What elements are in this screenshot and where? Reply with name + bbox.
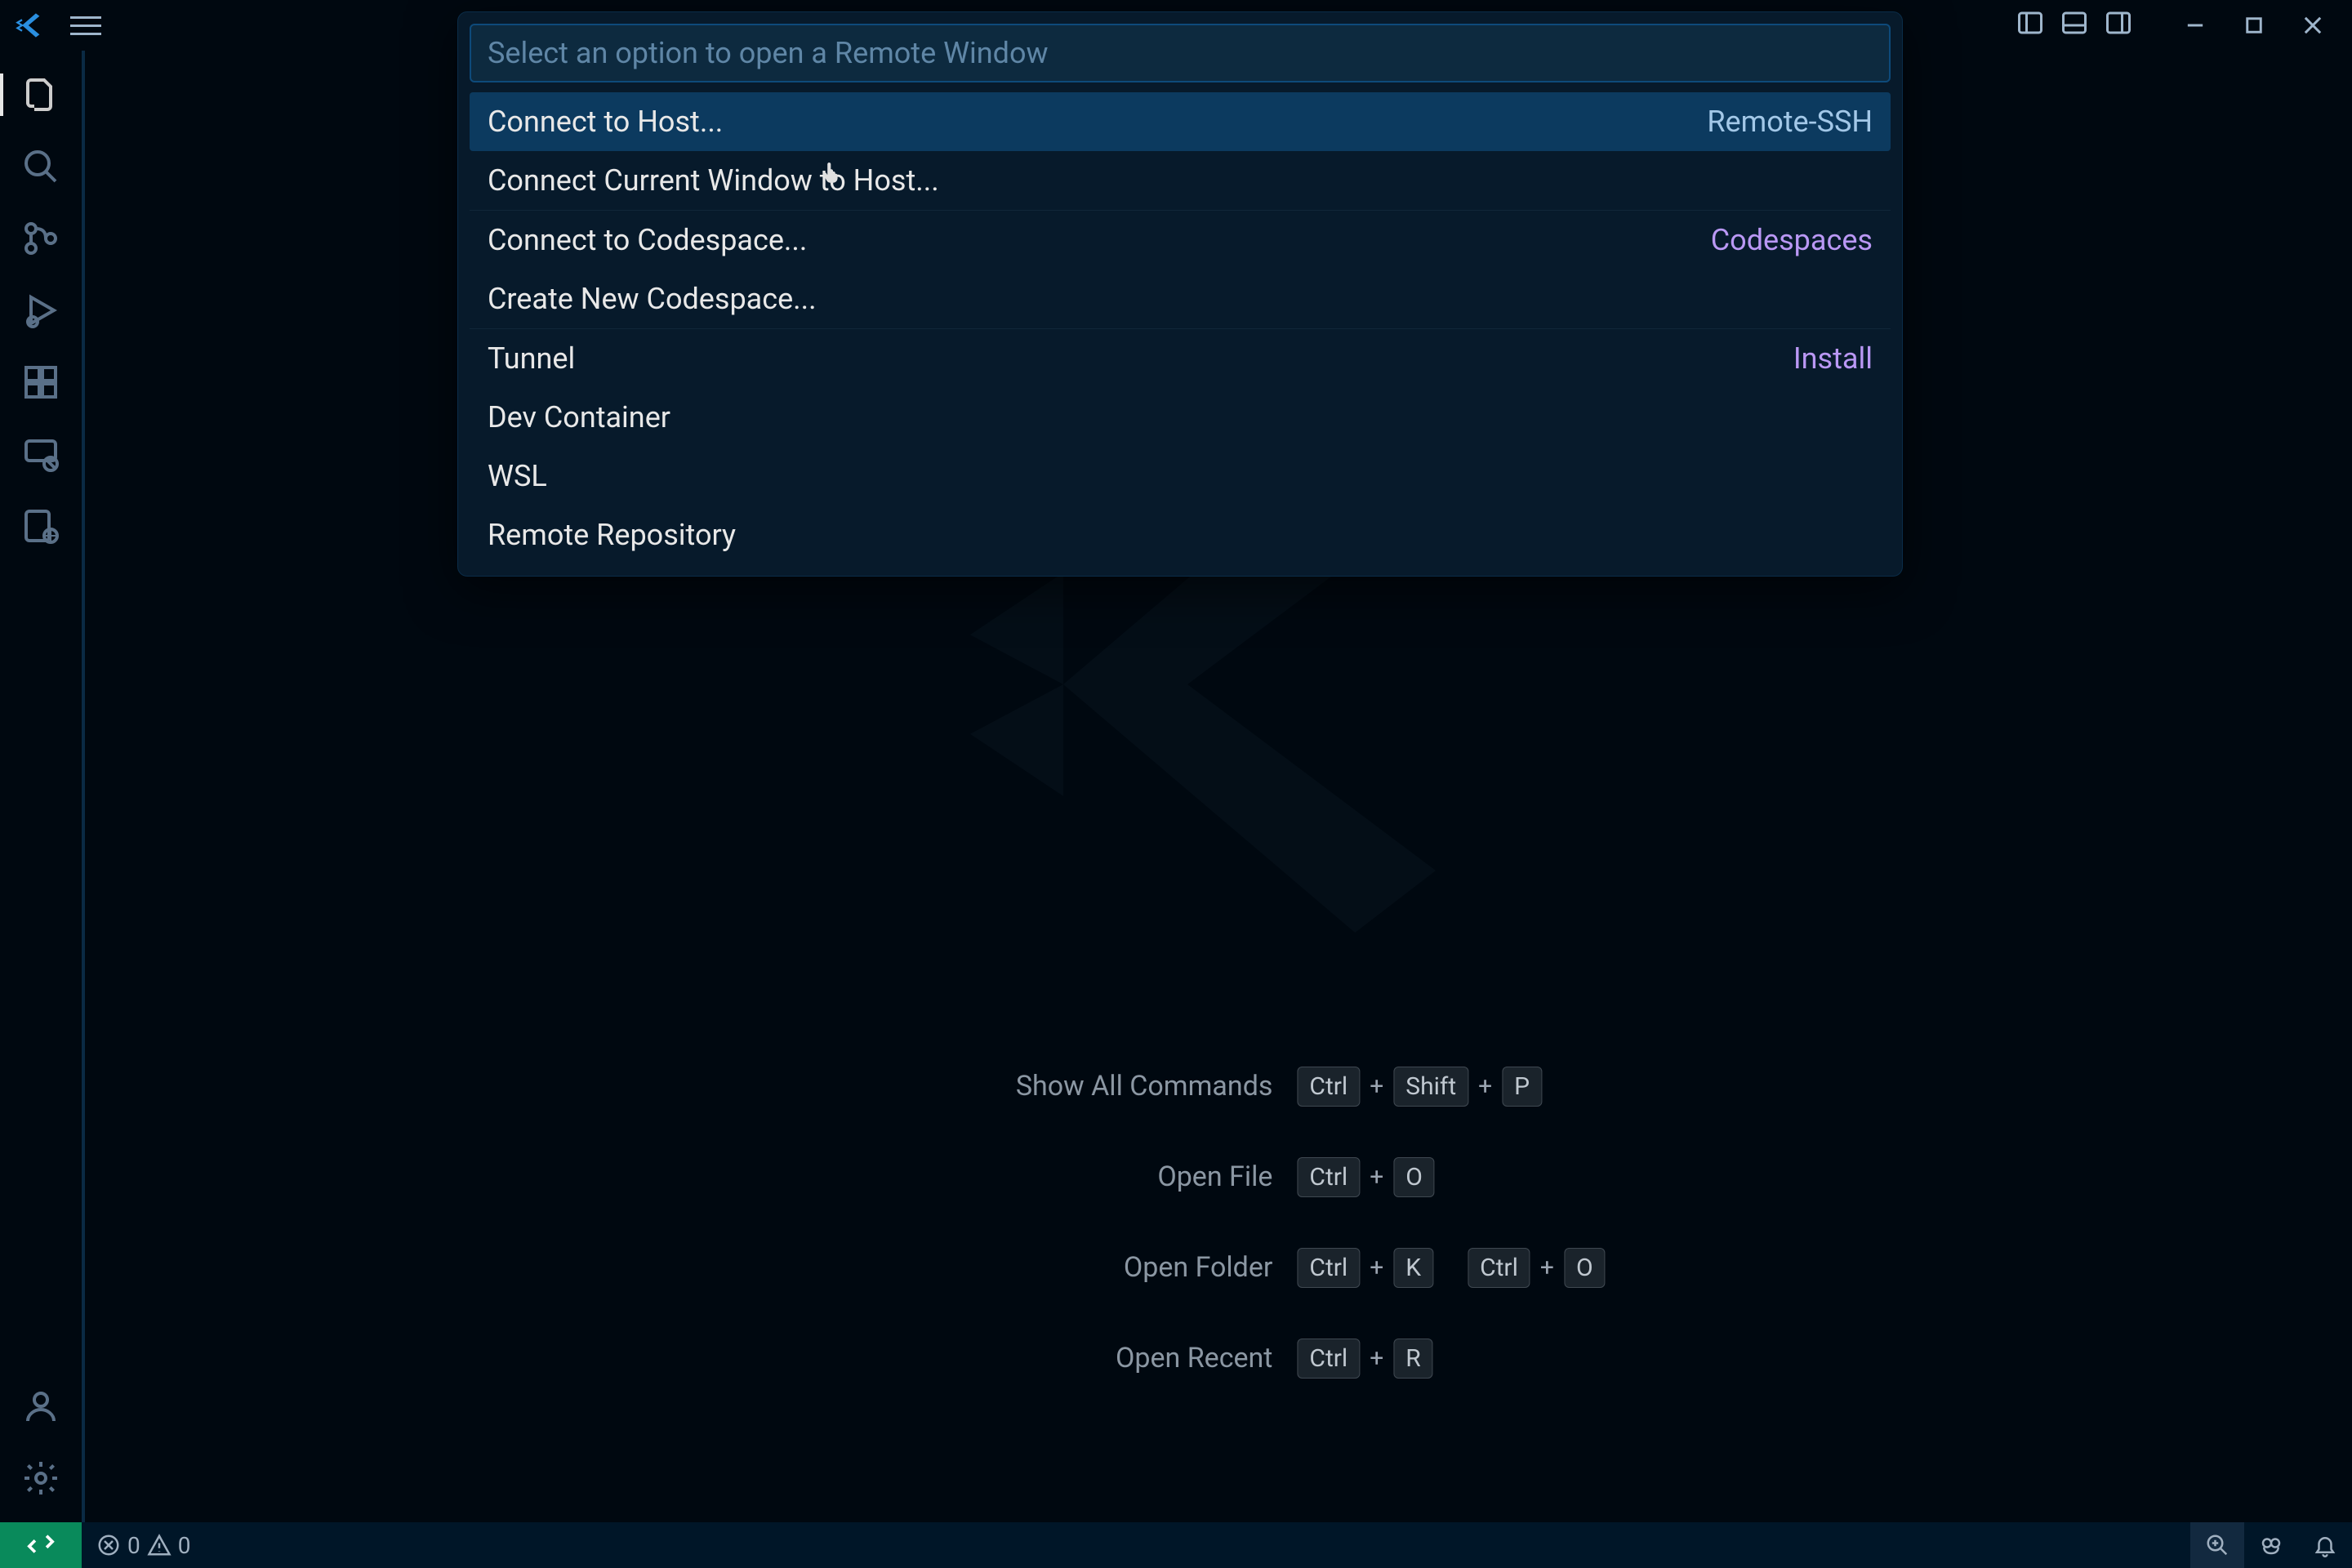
shortcut-label: Open Folder <box>831 1251 1272 1285</box>
shortcut-show-all-commands: Show All Commands Ctrl + Shift + P <box>831 1067 1605 1107</box>
quickpick-list: Connect to Host... Remote-SSH Connect Cu… <box>470 92 1891 564</box>
search-icon[interactable] <box>20 145 62 188</box>
shortcut-open-recent: Open Recent Ctrl + R <box>831 1339 1605 1379</box>
window-maximize-button[interactable] <box>2225 0 2283 51</box>
shortcut-keys: Ctrl + R <box>1297 1339 1432 1379</box>
quickpick-item-wsl[interactable]: WSL <box>470 447 1891 506</box>
plus-icon: + <box>1370 1254 1383 1282</box>
plus-icon: + <box>1370 1344 1383 1373</box>
quickpick-item-label: Connect to Host... <box>488 105 1707 139</box>
keycap: Ctrl <box>1297 1248 1360 1288</box>
status-notifications-icon[interactable] <box>2298 1522 2352 1568</box>
keycap: P <box>1502 1067 1542 1107</box>
quickpick-item-label: Remote Repository <box>488 518 1873 552</box>
quickpick-item-label: Create New Codespace... <box>488 282 1873 316</box>
keycap: Ctrl <box>1297 1067 1360 1107</box>
quickpick-item-label: Tunnel <box>488 341 1793 376</box>
cpp-config-icon[interactable] <box>20 505 62 547</box>
run-and-debug-icon[interactable] <box>20 289 62 332</box>
keycap: O <box>1393 1157 1435 1197</box>
quickpick-item-connect-codespace[interactable]: Connect to Codespace... Codespaces <box>470 211 1891 270</box>
quickpick-item-tunnel[interactable]: Tunnel Install <box>470 329 1891 388</box>
plus-icon: + <box>1540 1254 1554 1282</box>
shortcut-keys: Ctrl + Shift + P <box>1297 1067 1542 1107</box>
window-close-button[interactable] <box>2283 0 2342 51</box>
activity-bar-indicator <box>0 74 3 116</box>
shortcut-open-file: Open File Ctrl + O <box>831 1157 1605 1197</box>
keycap: Shift <box>1393 1067 1468 1107</box>
keycap: Ctrl <box>1297 1339 1360 1379</box>
remote-explorer-icon[interactable] <box>20 433 62 475</box>
quickpick-item-label: Connect Current Window to Host... <box>488 163 1873 198</box>
status-problems[interactable]: 0 0 <box>82 1522 206 1568</box>
accounts-icon[interactable] <box>20 1385 62 1428</box>
activity-bar <box>0 51 82 1522</box>
window-minimize-button[interactable] <box>2166 0 2225 51</box>
shortcut-keys: Ctrl + O <box>1297 1157 1434 1197</box>
keycap: Ctrl <box>1297 1157 1360 1197</box>
status-bar: 0 0 <box>0 1522 2352 1568</box>
keycap: R <box>1393 1339 1433 1379</box>
shortcut-label: Open Recent <box>831 1342 1272 1375</box>
shortcut-keys: Ctrl + K Ctrl + O <box>1297 1248 1605 1288</box>
quickpick-item-label: Dev Container <box>488 400 1873 434</box>
quickpick-item-remote-repository[interactable]: Remote Repository <box>470 506 1891 564</box>
status-errors-count: 0 <box>127 1532 140 1559</box>
source-control-icon[interactable] <box>20 217 62 260</box>
shortcut-open-folder: Open Folder Ctrl + K Ctrl + O <box>831 1248 1605 1288</box>
settings-gear-icon[interactable] <box>20 1457 62 1499</box>
welcome-shortcuts: Show All Commands Ctrl + Shift + P Open … <box>831 1067 1605 1379</box>
shortcut-label: Open File <box>831 1160 1272 1194</box>
quickpick-item-create-codespace[interactable]: Create New Codespace... <box>470 270 1891 328</box>
quickpick-item-label: WSL <box>488 459 1873 493</box>
status-zoom-icon[interactable] <box>2190 1522 2244 1568</box>
quickpick-item-detail: Remote-SSH <box>1707 105 1873 139</box>
quickpick-item-dev-container[interactable]: Dev Container <box>470 388 1891 447</box>
remote-window-button[interactable] <box>0 1522 82 1568</box>
toggle-primary-sidebar-icon[interactable] <box>2016 8 2045 43</box>
status-warnings-count: 0 <box>178 1532 191 1559</box>
status-copilot-icon[interactable] <box>2244 1522 2298 1568</box>
quickpick-input[interactable] <box>470 24 1891 82</box>
plus-icon: + <box>1370 1072 1383 1101</box>
keycap: Ctrl <box>1468 1248 1530 1288</box>
shortcut-label: Show All Commands <box>831 1070 1272 1103</box>
vscode-logo-icon <box>15 11 44 40</box>
plus-icon: + <box>1478 1072 1492 1101</box>
hamburger-menu-icon[interactable] <box>70 16 101 35</box>
quickpick-item-label: Connect to Codespace... <box>488 223 1711 257</box>
remote-window-quickpick: Connect to Host... Remote-SSH Connect Cu… <box>457 11 1903 577</box>
editor-layout-buttons <box>2016 8 2133 43</box>
toggle-panel-icon[interactable] <box>2060 8 2089 43</box>
quickpick-item-detail: Codespaces <box>1711 223 1873 257</box>
quickpick-item-connect-current-window[interactable]: Connect Current Window to Host... <box>470 151 1891 210</box>
extensions-icon[interactable] <box>20 361 62 403</box>
keycap: O <box>1564 1248 1606 1288</box>
toggle-secondary-sidebar-icon[interactable] <box>2104 8 2133 43</box>
explorer-icon[interactable] <box>20 74 62 116</box>
keycap: K <box>1393 1248 1433 1288</box>
quickpick-item-connect-to-host[interactable]: Connect to Host... Remote-SSH <box>470 92 1891 151</box>
plus-icon: + <box>1370 1163 1383 1192</box>
quickpick-item-detail: Install <box>1793 341 1873 376</box>
